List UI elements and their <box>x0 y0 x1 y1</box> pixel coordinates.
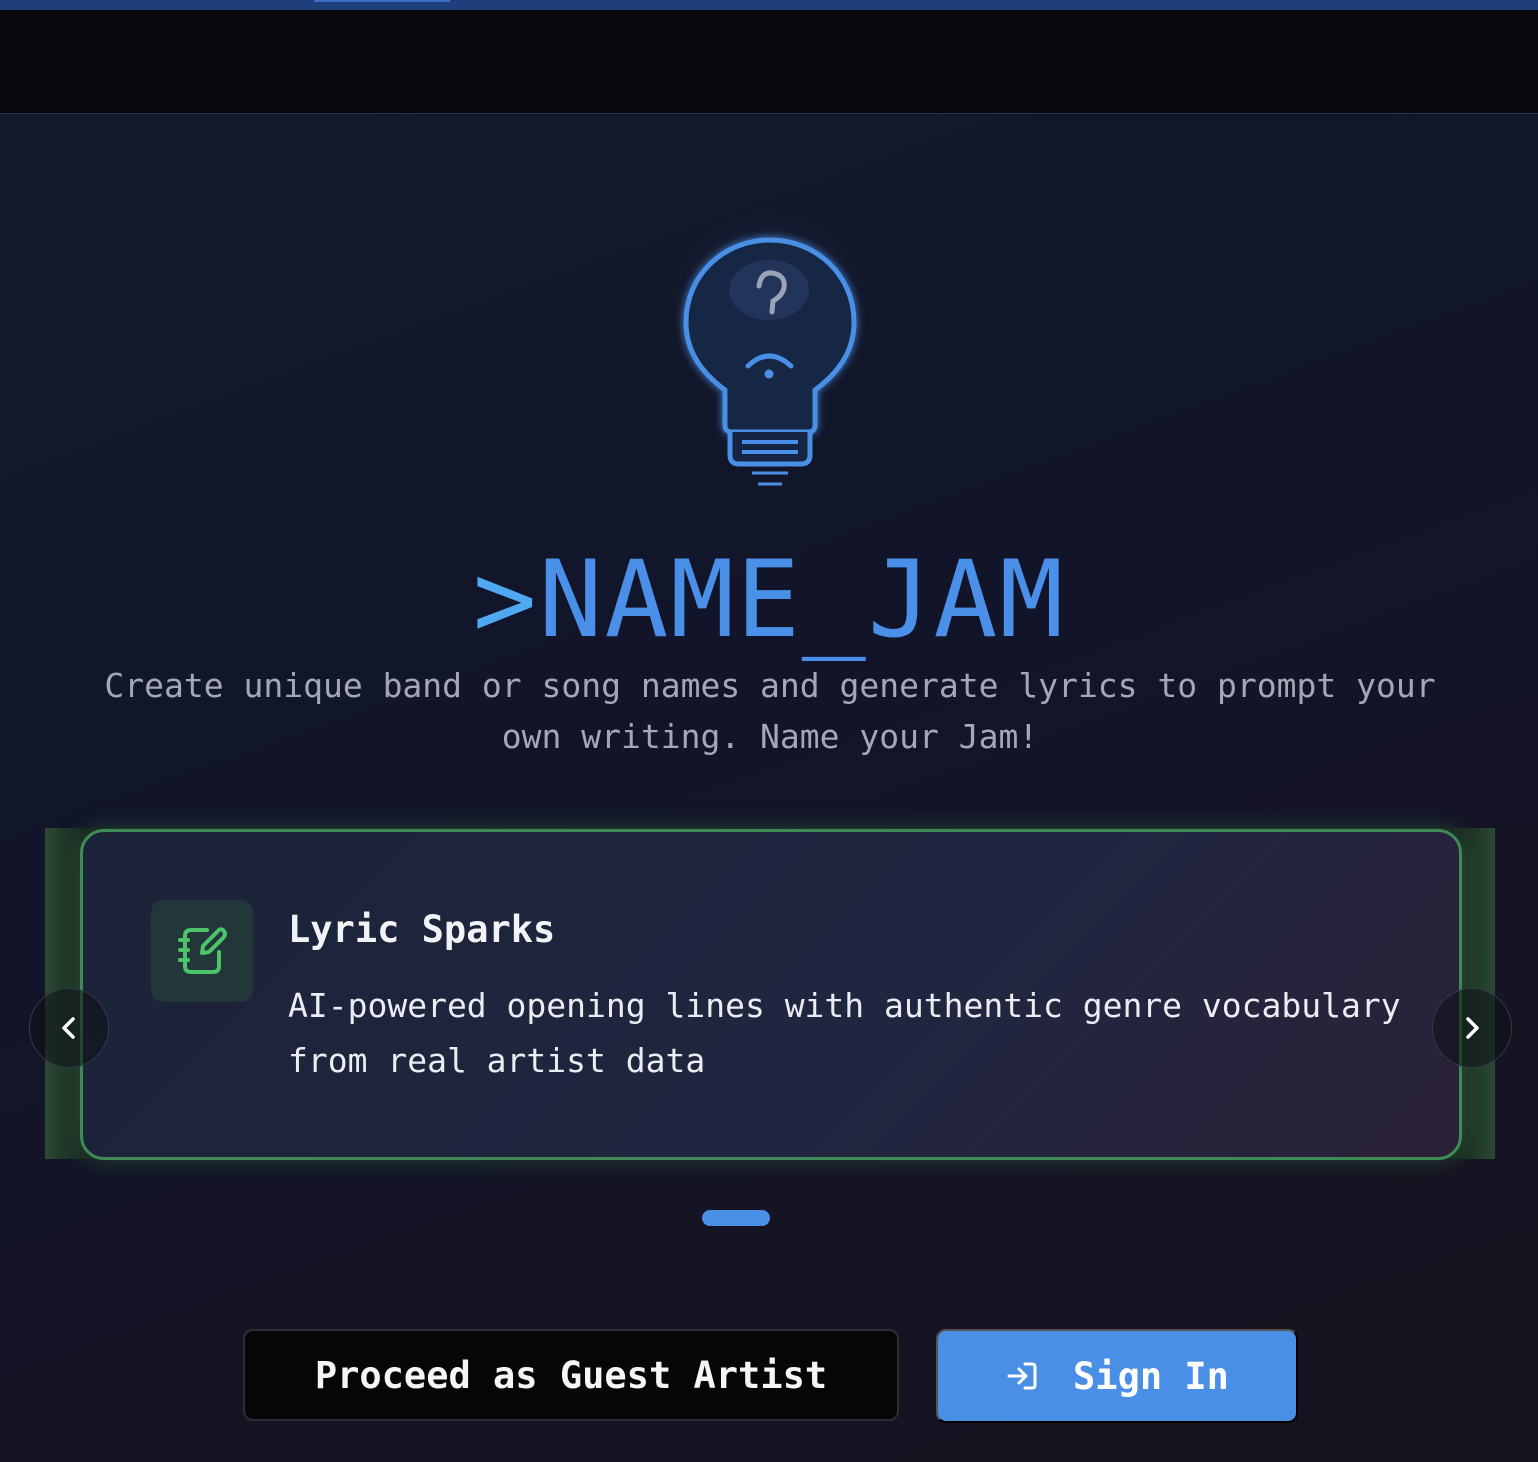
chevron-left-icon <box>62 1017 75 1039</box>
title-prompt: > <box>472 538 539 661</box>
card-title: Lyric Sparks <box>288 908 556 951</box>
carousel-next-button[interactable] <box>1432 988 1512 1068</box>
browser-top-bar <box>0 0 1538 10</box>
guest-button-label: Proceed as Guest Artist <box>314 1353 828 1397</box>
title-text: NAME_JAM <box>538 538 1066 661</box>
lightbulb-question-icon <box>683 237 857 486</box>
carousel-dot-active[interactable] <box>702 1210 770 1226</box>
app-subtitle: Create unique band or song names and gen… <box>104 666 1436 756</box>
sign-in-button[interactable]: Sign In <box>936 1329 1298 1423</box>
active-tab-indicator <box>314 0 450 2</box>
card-icon-tile <box>151 900 253 1002</box>
sign-in-label: Sign In <box>1073 1354 1229 1398</box>
app-title: >NAME_JAM <box>0 540 1538 660</box>
carousel-prev-button[interactable] <box>29 988 109 1068</box>
logo <box>640 200 900 510</box>
guest-artist-button[interactable]: Proceed as Guest Artist <box>243 1329 899 1421</box>
sign-in-icon <box>1007 1362 1037 1390</box>
chevron-right-icon <box>1466 1017 1479 1039</box>
app-header <box>0 10 1538 114</box>
card-description: AI-powered opening lines with authentic … <box>288 986 1401 1080</box>
notebook-pen-icon <box>178 927 227 974</box>
